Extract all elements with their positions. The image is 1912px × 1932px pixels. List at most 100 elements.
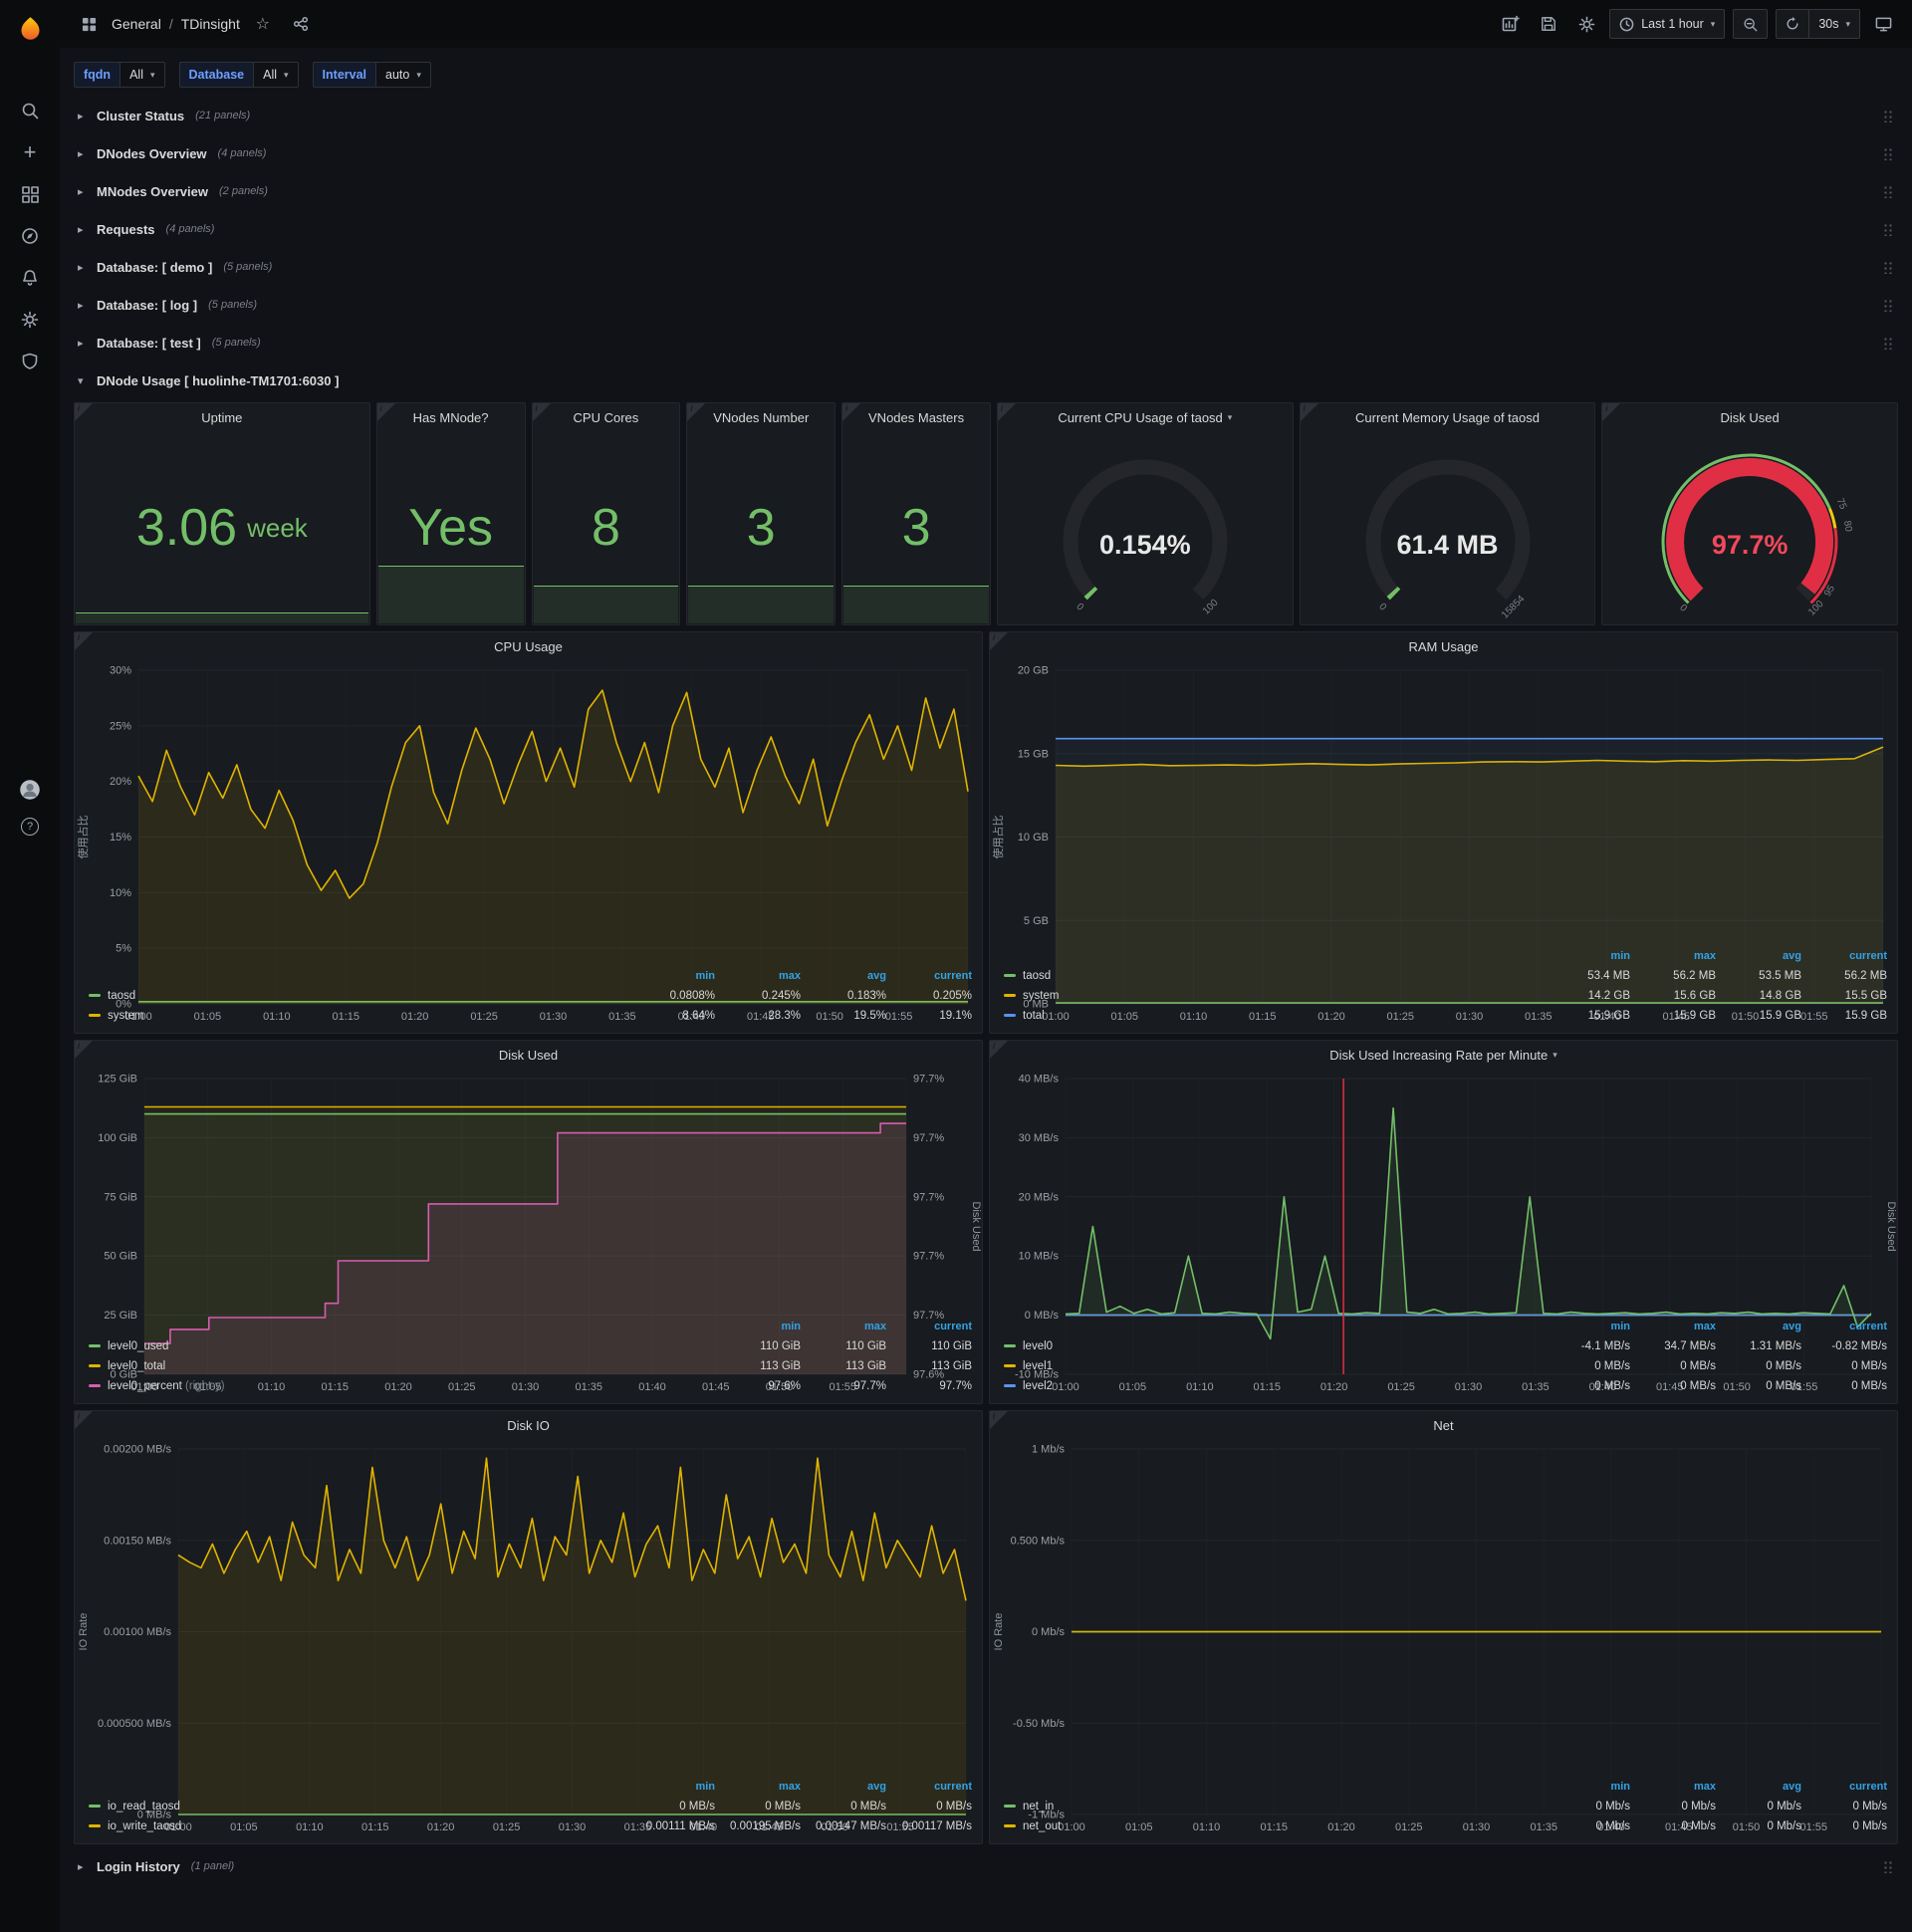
row-drag-handle-icon[interactable] [1883, 1859, 1894, 1873]
legend-sort-column[interactable]: current [886, 966, 972, 986]
legend-sort-column[interactable]: min [1545, 1317, 1630, 1336]
legend-series-name[interactable]: level0 [1023, 1340, 1053, 1352]
legend-series-name[interactable]: level0_total [108, 1360, 165, 1372]
row-drag-handle-icon[interactable] [1883, 336, 1894, 350]
variable-database-value[interactable]: All ▾ [254, 62, 299, 88]
row-drag-handle-icon[interactable] [1883, 109, 1894, 122]
sidebar-item-create[interactable]: + [0, 131, 60, 173]
row-drag-handle-icon[interactable] [1883, 298, 1894, 312]
variable-interval-value[interactable]: auto ▾ [376, 62, 431, 88]
legend-sort-column[interactable]: max [1630, 946, 1716, 966]
zoom-out-button[interactable] [1733, 9, 1769, 39]
ram-usage-chart[interactable]: 0 MB 5 GB 10 GB 15 GB 20 GB 01:00 01:05 01:10 01… [990, 660, 1897, 1023]
time-picker-button[interactable]: Last 1 hour ▾ [1609, 9, 1726, 39]
sidebar-item-configuration[interactable] [0, 299, 60, 341]
legend-sort-column[interactable]: min [629, 966, 715, 986]
legend-sort-column[interactable]: max [715, 1777, 801, 1797]
sidebar-item-explore[interactable] [0, 215, 60, 257]
legend-series-name[interactable]: system [108, 1010, 143, 1022]
legend-sort-column[interactable]: max [801, 1317, 886, 1336]
variable-fqdn[interactable]: fqdn All ▾ [74, 62, 165, 88]
panel-title[interactable]: Has MNode? [413, 403, 489, 431]
panel-title[interactable]: Uptime [201, 403, 242, 431]
legend-sort-column[interactable]: current [886, 1317, 972, 1336]
grafana-logo[interactable] [0, 0, 60, 56]
breadcrumb-section[interactable]: General [112, 16, 161, 32]
cpu-usage-chart[interactable]: 0% 5% 10% 15% 20% 25% 30% 01:00 01:05 01:10 01:15 0… [75, 660, 982, 1023]
legend-sort-column[interactable]: max [715, 966, 801, 986]
panel-title[interactable]: Net [990, 1411, 1897, 1439]
legend-sort-column[interactable]: max [1630, 1777, 1716, 1797]
panel-title[interactable]: Disk Used Increasing Rate per Minute ▾ [990, 1041, 1897, 1069]
legend-sort-column[interactable]: current [886, 1777, 972, 1797]
row-dnodes-overview[interactable]: ▸ DNodes Overview (4 panels) [74, 137, 1898, 169]
cycle-view-button[interactable] [1868, 9, 1898, 39]
legend-sort-column[interactable]: current [1801, 1317, 1887, 1336]
panel-title[interactable]: Disk IO [75, 1411, 982, 1439]
legend-series-name[interactable]: taosd [1023, 970, 1051, 982]
save-dashboard-button[interactable] [1534, 9, 1563, 39]
legend-series-name[interactable]: taosd [108, 990, 135, 1002]
sidebar-item-server-admin[interactable] [0, 341, 60, 382]
variable-database[interactable]: Database All ▾ [178, 62, 299, 88]
breadcrumb-page[interactable]: TDinsight [181, 16, 240, 32]
row-login-history[interactable]: ▸ Login History (1 panel) [74, 1850, 1898, 1882]
refresh-button[interactable] [1776, 9, 1810, 39]
row-database-test[interactable]: ▸ Database: [ test ] (5 panels) [74, 327, 1898, 359]
legend-series-name[interactable]: system [1023, 990, 1059, 1002]
legend-sort-column[interactable]: avg [1716, 1317, 1801, 1336]
panel-title[interactable]: Disk Used [75, 1041, 982, 1069]
row-cluster-status[interactable]: ▸ Cluster Status (21 panels) [74, 100, 1898, 131]
legend-sort-column[interactable]: avg [801, 966, 886, 986]
refresh-interval-dropdown[interactable]: 30s ▾ [1809, 9, 1860, 39]
panel-title[interactable]: VNodes Number [713, 403, 809, 431]
user-avatar[interactable] [19, 779, 41, 806]
row-drag-handle-icon[interactable] [1883, 260, 1894, 274]
legend-sort-column[interactable]: current [1801, 946, 1887, 966]
star-dashboard-button[interactable]: ☆ [248, 9, 278, 39]
row-requests[interactable]: ▸ Requests (4 panels) [74, 213, 1898, 245]
legend-sort-column[interactable]: avg [1716, 946, 1801, 966]
legend-series-name[interactable]: io_write_taosd [108, 1820, 181, 1832]
row-drag-handle-icon[interactable] [1883, 184, 1894, 198]
variable-interval[interactable]: Interval auto ▾ [312, 62, 431, 88]
legend-sort-column[interactable]: min [1545, 1777, 1630, 1797]
panel-title[interactable]: CPU Usage [75, 632, 982, 660]
panel-title[interactable]: CPU Cores [574, 403, 639, 431]
row-drag-handle-icon[interactable] [1883, 146, 1894, 160]
legend-sort-column[interactable]: max [1630, 1317, 1716, 1336]
panel-title[interactable]: RAM Usage [990, 632, 1897, 660]
disk-rate-chart[interactable]: -10 MB/s 0 MB/s 10 MB/s 20 MB/s 30 MB/s 40 MB… [990, 1069, 1897, 1394]
legend-sort-column[interactable]: min [715, 1317, 801, 1336]
panel-title[interactable]: Current CPU Usage of taosd ▾ [1058, 403, 1232, 431]
row-database-log[interactable]: ▸ Database: [ log ] (5 panels) [74, 289, 1898, 321]
panel-title[interactable]: Disk Used [1721, 403, 1780, 431]
legend-series-name[interactable]: level2 [1023, 1380, 1053, 1392]
variable-fqdn-value[interactable]: All ▾ [120, 62, 165, 88]
disk-io-chart[interactable]: 0 MB/s 0.000500 MB/s 0.00100 MB/s 0.00150 M… [75, 1439, 982, 1833]
legend-sort-column[interactable]: avg [801, 1777, 886, 1797]
legend-series-name[interactable]: net_in [1023, 1801, 1054, 1812]
legend-series-name[interactable]: level0_used [108, 1340, 168, 1352]
row-drag-handle-icon[interactable] [1883, 222, 1894, 236]
legend-sort-column[interactable]: avg [1716, 1777, 1801, 1797]
row-mnodes-overview[interactable]: ▸ MNodes Overview (2 panels) [74, 175, 1898, 207]
net-chart[interactable]: -1 Mb/s -0.50 Mb/s 0 Mb/s 0.500 Mb/s 1 Mb/s 0… [990, 1439, 1897, 1833]
legend-series-name[interactable]: net_out [1023, 1820, 1061, 1832]
row-dnode-usage[interactable]: ▾ DNode Usage [ huolinhe-TM1701:6030 ] [74, 364, 1898, 396]
legend-sort-column[interactable]: current [1801, 1777, 1887, 1797]
legend-series-name[interactable]: level0_percent [108, 1380, 182, 1392]
add-panel-button[interactable] [1496, 9, 1526, 39]
legend-sort-column[interactable]: min [1545, 946, 1630, 966]
legend-series-name[interactable]: io_read_taosd [108, 1801, 180, 1812]
share-dashboard-button[interactable] [286, 9, 316, 39]
panel-title[interactable]: VNodes Masters [868, 403, 964, 431]
legend-series-name[interactable]: level1 [1023, 1360, 1053, 1372]
panel-title[interactable]: Current Memory Usage of taosd [1355, 403, 1540, 431]
disk-used-chart[interactable]: 0 GiB 97.6% 25 GiB 97.7% 50 GiB 97.7% 75 GiB 97… [75, 1069, 982, 1394]
legend-sort-column[interactable]: min [629, 1777, 715, 1797]
dashboard-settings-button[interactable] [1571, 9, 1601, 39]
sidebar-item-search[interactable] [0, 90, 60, 131]
sidebar-item-dashboards[interactable] [0, 173, 60, 215]
help-button[interactable]: ? [21, 818, 39, 836]
